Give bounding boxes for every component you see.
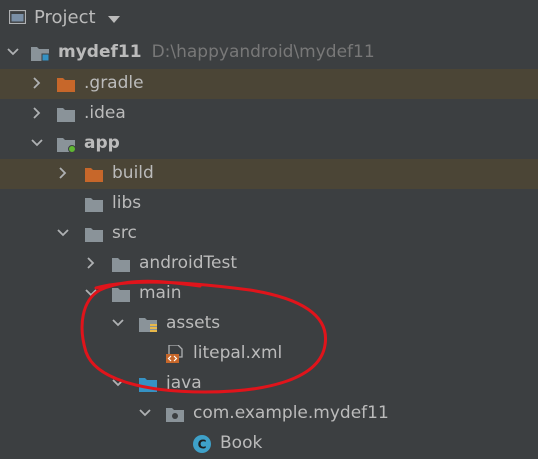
- package-icon: [166, 408, 184, 422]
- android-module-folder-icon: [57, 138, 76, 153]
- tree-node-label: .gradle: [84, 73, 144, 93]
- chevron-down-icon[interactable]: [111, 376, 125, 390]
- tree-node-java[interactable]: java: [0, 369, 538, 399]
- root-project-label: mydef11 D:\happyandroid\mydef11: [58, 42, 375, 62]
- tree-node-label: .idea: [84, 103, 126, 123]
- chevron-right-icon[interactable]: [84, 256, 98, 270]
- chevron-down-icon[interactable]: [111, 316, 125, 330]
- root-project-path: D:\happyandroid\mydef11: [151, 42, 375, 62]
- svg-text:C: C: [198, 438, 207, 452]
- source-folder-icon: [139, 378, 157, 392]
- view-selector-dropdown-icon[interactable]: [108, 16, 120, 23]
- tree-node-package[interactable]: com.example.mydef11: [0, 399, 538, 429]
- tree-node-label: Book: [220, 433, 263, 453]
- chevron-right-icon[interactable]: [56, 166, 70, 180]
- tree-node-label: libs: [112, 193, 142, 213]
- tree-node-idea[interactable]: .idea: [0, 99, 538, 129]
- project-tool-window-header: Project: [0, 0, 538, 36]
- module-folder-icon: [31, 47, 50, 62]
- folder-icon: [112, 258, 130, 272]
- folder-icon: [57, 108, 75, 122]
- tree-node-label: assets: [166, 313, 221, 333]
- chevron-down-icon[interactable]: [30, 136, 44, 150]
- tree-node-label: app: [84, 133, 120, 153]
- tree-node-label: main: [139, 283, 182, 303]
- tree-node-assets[interactable]: assets: [0, 309, 538, 339]
- tree-node-androidtest[interactable]: androidTest: [0, 249, 538, 279]
- chevron-right-icon[interactable]: [30, 106, 44, 120]
- chevron-down-icon[interactable]: [56, 226, 70, 240]
- resource-folder-icon: [139, 318, 157, 332]
- tree-node-gradle[interactable]: .gradle: [0, 69, 538, 99]
- chevron-down-icon[interactable]: [84, 286, 98, 300]
- tree-node-litepal-xml[interactable]: litepal.xml: [0, 339, 538, 369]
- excluded-folder-icon: [85, 168, 103, 182]
- chevron-down-icon[interactable]: [6, 45, 20, 59]
- tree-node-root[interactable]: mydef11 D:\happyandroid\mydef11: [0, 38, 538, 68]
- tree-node-build[interactable]: build: [0, 159, 538, 189]
- excluded-folder-icon: [57, 78, 75, 92]
- tree-node-label: com.example.mydef11: [193, 403, 389, 423]
- tree-node-label: java: [166, 373, 202, 393]
- tree-node-label: androidTest: [139, 253, 237, 273]
- folder-icon: [85, 198, 103, 212]
- tree-node-label: src: [112, 223, 137, 243]
- tree-node-label: build: [112, 163, 154, 183]
- tree-node-app[interactable]: app: [0, 129, 538, 159]
- class-icon: C: [193, 435, 211, 453]
- chevron-right-icon[interactable]: [30, 76, 44, 90]
- project-window-icon: [9, 10, 26, 24]
- folder-icon: [85, 228, 103, 242]
- tree-node-libs[interactable]: libs: [0, 189, 538, 219]
- folder-icon: [112, 288, 130, 302]
- tree-node-label: litepal.xml: [193, 343, 283, 363]
- chevron-down-icon[interactable]: [138, 406, 152, 420]
- tree-node-book-class[interactable]: C Book: [0, 429, 538, 459]
- project-view-title[interactable]: Project: [34, 7, 96, 28]
- xml-file-icon: [166, 345, 183, 363]
- tree-node-src[interactable]: src: [0, 219, 538, 249]
- tree-node-main[interactable]: main: [0, 279, 538, 309]
